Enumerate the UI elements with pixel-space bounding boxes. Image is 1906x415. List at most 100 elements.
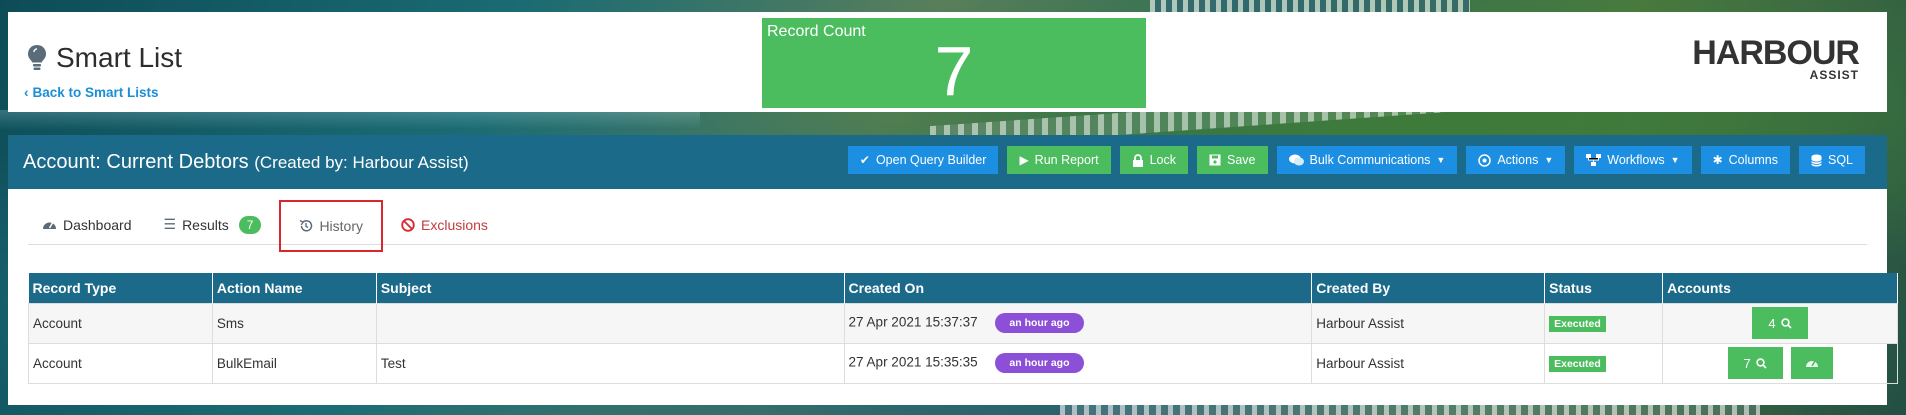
tab-dashboard[interactable]: Dashboard <box>28 206 146 244</box>
panel-title: Account: Current Debtors (Created by: Ha… <box>23 151 469 174</box>
button-label: Columns <box>1728 153 1778 167</box>
back-to-smart-lists-link[interactable]: ‹ Back to Smart Lists <box>24 85 159 100</box>
lightbulb-icon <box>28 45 46 70</box>
page-title: Smart List <box>26 42 182 74</box>
background-shore <box>0 110 700 130</box>
panel-header: Account: Current Debtors (Created by: Ha… <box>8 135 1887 189</box>
lock-icon <box>1132 153 1143 167</box>
page-title-text: Smart List <box>56 42 183 73</box>
cell-accounts: 4 <box>1662 302 1898 344</box>
button-label: Lock <box>1149 153 1177 167</box>
cell-created-by: Harbour Assist <box>1311 342 1546 384</box>
status-badge: Executed <box>1549 355 1606 372</box>
created-on-text: 27 Apr 2021 15:35:35 <box>848 354 978 370</box>
toolbar: ✔ Open Query Builder ▶ Run Report Lock S… <box>847 146 1865 174</box>
dashboard-icon <box>43 221 56 229</box>
columns-button[interactable]: ✱ Columns <box>1700 146 1790 174</box>
results-count-badge: 7 <box>238 215 262 234</box>
tab-history[interactable]: History <box>279 199 383 252</box>
cell-subject: Test <box>375 342 845 384</box>
actions-icon <box>1478 153 1492 167</box>
column-header[interactable]: Accounts <box>1662 273 1898 303</box>
database-icon <box>1811 154 1822 166</box>
check-icon: ✔ <box>859 153 870 167</box>
workflows-button[interactable]: Workflows ▼ <box>1574 146 1692 174</box>
cell-action-name: Sms <box>211 302 377 344</box>
caret-down-icon: ▼ <box>1670 155 1680 165</box>
button-label: Workflows <box>1607 153 1665 167</box>
button-label: Actions <box>1497 153 1539 167</box>
cell-status: Executed <box>1544 342 1664 384</box>
cell-subject <box>375 302 845 344</box>
button-label: SQL <box>1827 153 1853 167</box>
caret-down-icon: ▼ <box>1544 155 1554 165</box>
cell-created-by: Harbour Assist <box>1311 302 1546 344</box>
sitemap-icon <box>1586 154 1602 166</box>
list-icon: ☰ <box>163 216 177 232</box>
cell-created-on: 27 Apr 2021 15:37:37 an hour ago <box>843 302 1313 344</box>
harbour-assist-logo: HARBOUR ASSIST <box>1679 34 1860 86</box>
accounts-count: 4 <box>1768 315 1776 331</box>
logo-main: HARBOUR <box>1692 34 1860 72</box>
column-header[interactable]: Action Name <box>212 273 377 303</box>
cell-record-type: Account <box>28 302 213 344</box>
status-badge: Executed <box>1549 315 1606 332</box>
save-icon <box>1209 154 1221 166</box>
view-accounts-button[interactable]: 7 <box>1727 347 1783 379</box>
button-label: Bulk Communications <box>1309 153 1431 167</box>
accounts-count: 7 <box>1743 355 1751 371</box>
background-boats <box>1150 0 1470 12</box>
relative-time-badge: an hour ago <box>995 353 1084 373</box>
table-row: Account Sms 27 Apr 2021 15:37:37 an hour… <box>28 302 1898 344</box>
actions-button[interactable]: Actions ▼ <box>1466 146 1566 174</box>
table-header-row: Record Type Action Name Subject Created … <box>28 273 1898 303</box>
dashboard-button[interactable] <box>1790 347 1833 379</box>
search-icon <box>1780 317 1792 329</box>
tab-label: Exclusions <box>421 216 488 233</box>
smart-list-panel: Account: Current Debtors (Created by: Ha… <box>8 135 1898 405</box>
record-count-tile: Record Count 7 <box>762 18 1146 108</box>
chevron-left-icon: ‹ <box>24 85 29 100</box>
cell-created-on: 27 Apr 2021 15:35:35 an hour ago <box>843 342 1313 384</box>
panel-title-text: Account: Current Debtors <box>23 151 249 173</box>
column-header[interactable]: Status <box>1544 273 1664 303</box>
play-icon: ▶ <box>1019 153 1029 167</box>
tab-results[interactable]: ☰ Results 7 <box>150 206 276 244</box>
bulk-communications-button[interactable]: Bulk Communications ▼ <box>1276 146 1458 174</box>
tab-bar: Dashboard ☰ Results 7 History Exclusions <box>28 199 1867 252</box>
history-table: Record Type Action Name Subject Created … <box>28 273 1898 384</box>
dashboard-icon <box>1805 360 1818 367</box>
table-row: Account BulkEmail Test 27 Apr 2021 15:35… <box>28 342 1898 384</box>
save-button[interactable]: Save <box>1197 146 1268 174</box>
column-header[interactable]: Record Type <box>28 273 213 303</box>
cell-action-name: BulkEmail <box>211 342 377 384</box>
cell-accounts: 7 <box>1662 342 1898 384</box>
record-count-value: 7 <box>934 32 974 110</box>
comments-icon <box>1288 154 1304 166</box>
caret-down-icon: ▼ <box>1436 155 1446 165</box>
tab-exclusions[interactable]: Exclusions <box>387 206 502 244</box>
ban-icon <box>401 217 415 232</box>
history-icon <box>300 219 313 232</box>
cell-record-type: Account <box>28 342 213 384</box>
search-icon <box>1756 357 1767 369</box>
panel-created-by: (Created by: Harbour Assist) <box>254 153 469 172</box>
button-label: Save <box>1227 153 1256 167</box>
run-report-button[interactable]: ▶ Run Report <box>1007 146 1111 174</box>
button-label: Run Report <box>1034 153 1099 167</box>
column-header[interactable]: Created By <box>1311 273 1546 303</box>
open-query-builder-button[interactable]: ✔ Open Query Builder <box>847 146 999 174</box>
created-on-text: 27 Apr 2021 15:37:37 <box>848 314 978 330</box>
lock-button[interactable]: Lock <box>1119 146 1189 174</box>
relative-time-badge: an hour ago <box>995 313 1084 333</box>
tab-label: Results <box>182 216 229 233</box>
background-pier <box>1060 404 1760 415</box>
sql-button[interactable]: SQL <box>1798 146 1865 174</box>
cell-status: Executed <box>1544 302 1664 344</box>
tab-label: Dashboard <box>63 216 132 233</box>
view-accounts-button[interactable]: 4 <box>1752 307 1808 339</box>
tab-label: History <box>319 217 363 234</box>
column-header[interactable]: Subject <box>376 273 845 303</box>
column-header[interactable]: Created On <box>844 273 1313 303</box>
gear-icon: ✱ <box>1712 153 1723 167</box>
